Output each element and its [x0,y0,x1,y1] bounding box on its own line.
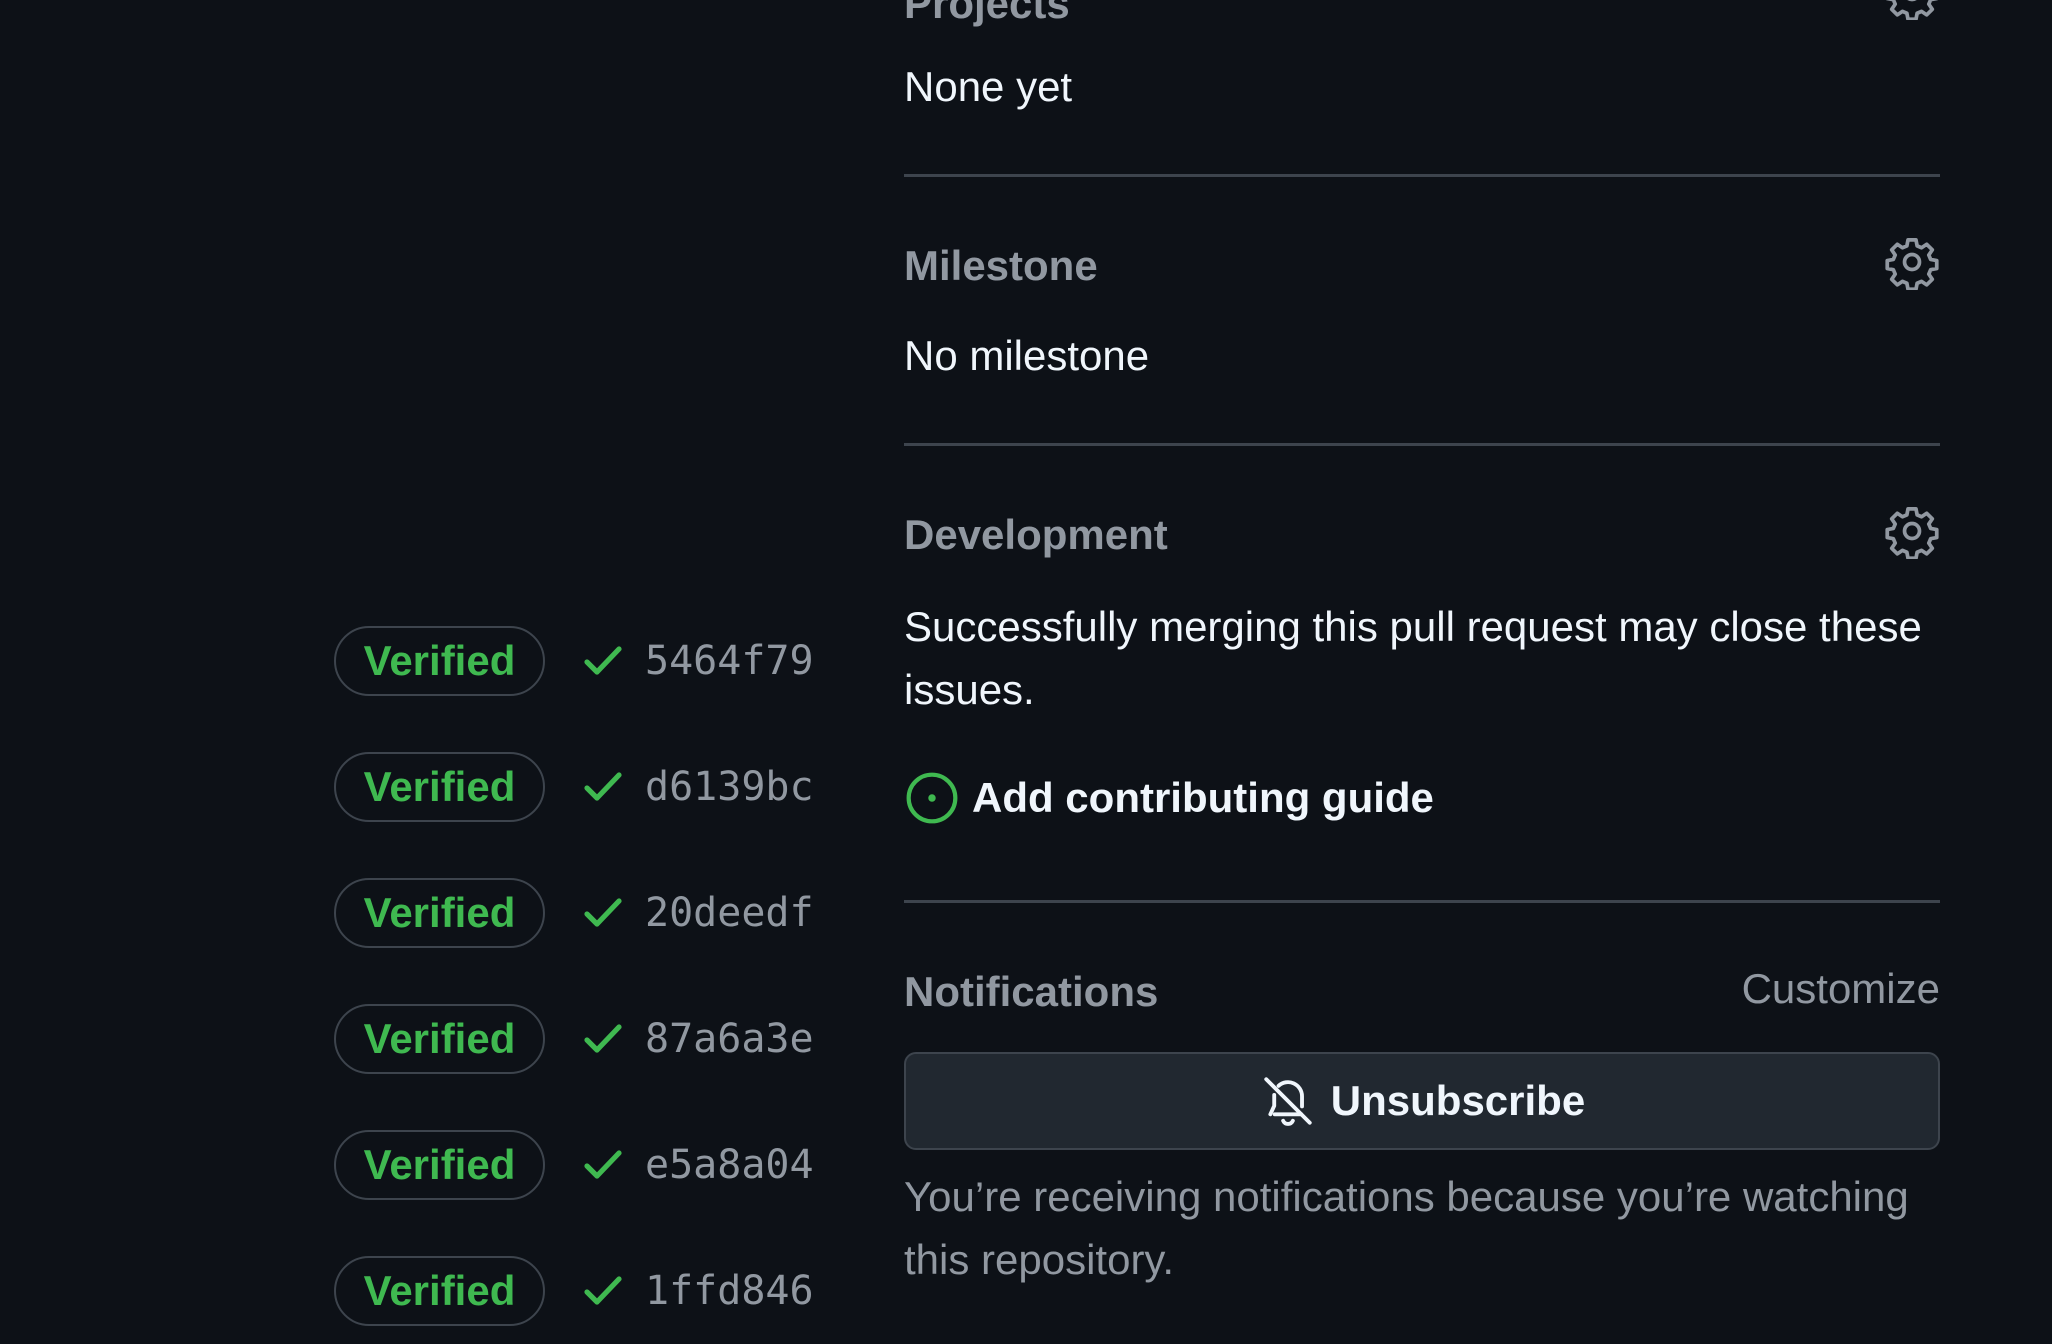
commit-sha-link[interactable]: e5a8a04 [645,1142,814,1188]
notifications-heading: Notifications [904,968,1159,1015]
commit-row: Verified 87a6a3e [334,1004,814,1074]
milestone-gear-icon[interactable] [1884,234,1940,290]
verified-badge[interactable]: Verified [334,878,545,948]
projects-gear-icon[interactable] [1884,0,1940,20]
verified-badge[interactable]: Verified [334,626,545,696]
check-icon[interactable] [579,1267,627,1315]
bell-slash-icon [1264,1077,1312,1126]
customize-link[interactable]: Customize [1742,965,1940,1013]
check-icon[interactable] [579,763,627,811]
commit-sha-link[interactable]: 1ffd846 [645,1268,814,1314]
development-heading[interactable]: Development [904,511,1168,559]
verified-badge[interactable]: Verified [334,1130,545,1200]
commit-list: Verified 5464f79 Verified d6139bc Verifi… [0,0,830,1344]
pr-sidebar: Projects None yet Milestone No milestone… [904,0,1940,1344]
commit-sha-link[interactable]: 5464f79 [645,638,814,684]
commit-sha-link[interactable]: d6139bc [645,764,814,810]
verified-badge[interactable]: Verified [334,1256,545,1326]
commit-sha-link[interactable]: 20deedf [645,890,814,936]
milestone-heading[interactable]: Milestone [904,242,1098,290]
verified-badge[interactable]: Verified [334,752,545,822]
check-icon[interactable] [579,889,627,937]
verified-badge[interactable]: Verified [334,1004,545,1074]
commit-row: Verified d6139bc [334,752,814,822]
milestone-value: No milestone [904,332,1150,379]
projects-value: None yet [904,63,1073,110]
check-icon[interactable] [579,637,627,685]
commit-row: Verified 5464f79 [334,626,814,696]
unsubscribe-button[interactable]: Unsubscribe [904,1052,1940,1150]
linked-issue-title[interactable]: Add contributing guide [972,774,1434,822]
development-description: Successfully merging this pull request m… [904,603,1922,713]
linked-issue[interactable]: Add contributing guide [904,770,1434,826]
projects-heading[interactable]: Projects [904,0,1070,28]
divider [904,900,1940,903]
commit-row: Verified 20deedf [334,878,814,948]
commit-row: Verified 1ffd846 [334,1256,814,1326]
check-icon[interactable] [579,1015,627,1063]
commit-sha-link[interactable]: 87a6a3e [645,1016,814,1062]
notifications-note: You’re receiving notifications because y… [904,1173,1909,1283]
open-issue-icon [906,772,958,824]
divider [904,443,1940,446]
unsubscribe-label: Unsubscribe [1330,1077,1586,1124]
check-icon[interactable] [579,1141,627,1189]
divider [904,174,1940,177]
development-gear-icon[interactable] [1884,503,1940,559]
commit-row: Verified e5a8a04 [334,1130,814,1200]
